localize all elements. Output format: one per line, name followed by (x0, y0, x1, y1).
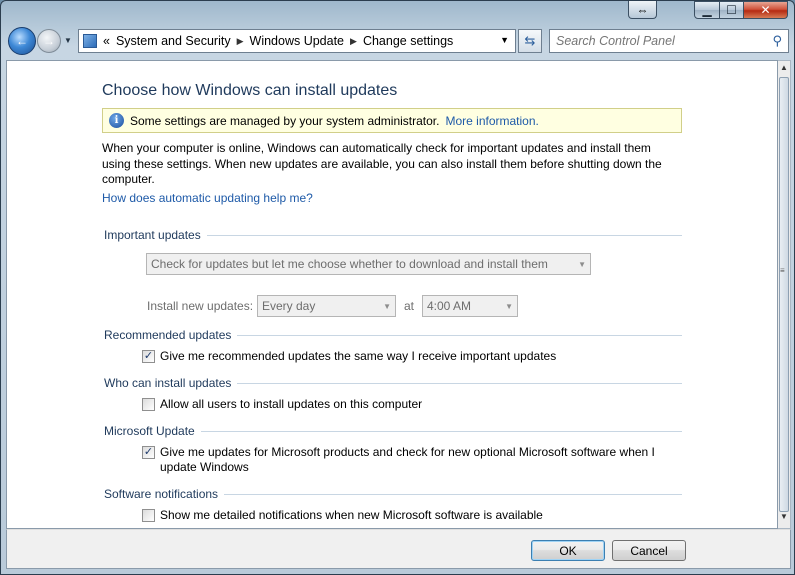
more-information-link[interactable]: More information. (445, 114, 538, 128)
maximize-icon: ☐ (726, 3, 737, 17)
chevron-right-icon[interactable]: ▶ (350, 36, 357, 47)
divider (206, 234, 682, 236)
recommended-updates-checkbox[interactable]: ✓ (142, 350, 155, 363)
info-text: Some settings are managed by your system… (130, 113, 440, 128)
breadcrumb-change-settings[interactable]: Change settings (363, 34, 453, 48)
section-who-can-install: Who can install updates (104, 376, 682, 390)
allow-all-users-label[interactable]: Allow all users to install updates on th… (160, 397, 680, 412)
grip-icon: ≡ (780, 266, 785, 275)
scroll-up-icon[interactable]: ▲ (778, 63, 790, 77)
section-title: Software notifications (104, 487, 219, 501)
recommended-updates-option[interactable]: ✓ Give me recommended updates the same w… (142, 349, 680, 364)
detailed-notifications-label[interactable]: Show me detailed notifications when new … (160, 508, 680, 523)
section-title: Microsoft Update (104, 424, 195, 438)
breadcrumb-overflow[interactable]: « (103, 34, 110, 48)
chevron-down-icon: ▼ (578, 260, 586, 269)
section-title: Recommended updates (104, 328, 232, 342)
at-label: at (404, 299, 415, 313)
recent-pages-dropdown[interactable]: ▼ (64, 36, 72, 45)
microsoft-update-option[interactable]: ✓ Give me updates for Microsoft products… (142, 445, 670, 475)
chevron-right-icon[interactable]: ▶ (237, 36, 244, 47)
chevron-down-icon: ▼ (505, 302, 513, 311)
update-day-select[interactable]: Every day ▼ (257, 295, 396, 317)
arrow-right-icon: → (43, 34, 55, 48)
main-content: Choose how Windows can install updates i… (6, 60, 778, 529)
minimize-button[interactable]: ▁ (694, 1, 720, 19)
address-bar[interactable]: « System and Security ▶ Windows Update ▶… (78, 29, 516, 53)
minimize-icon: ▁ (702, 3, 712, 17)
close-icon: ✕ (760, 3, 771, 17)
scrollbar-thumb[interactable] (779, 77, 789, 512)
search-icon[interactable]: ⚲ (772, 33, 782, 49)
section-important-updates: Important updates (104, 228, 682, 242)
control-panel-icon (83, 34, 97, 48)
control-panel-window: ⇔ ▁ ☐ ✕ ← → ▼ « System and Security ▶ Wi… (0, 0, 795, 575)
breadcrumb-system-security[interactable]: System and Security (116, 34, 231, 48)
section-title: Important updates (104, 228, 201, 242)
chevron-down-icon: ▼ (383, 302, 391, 311)
back-button[interactable]: ← (8, 27, 36, 55)
divider (224, 493, 682, 495)
info-bar: i Some settings are managed by your syst… (102, 108, 682, 133)
vertical-scrollbar[interactable]: ▲ ≡ ▼ (778, 60, 791, 529)
update-time-select[interactable]: 4:00 AM ▼ (422, 295, 518, 317)
microsoft-update-label[interactable]: Give me updates for Microsoft products a… (160, 445, 670, 475)
update-mode-value: Check for updates but let me choose whet… (151, 257, 548, 271)
search-box[interactable]: ⚲ (549, 29, 789, 53)
install-new-updates-label: Install new updates: (147, 299, 254, 313)
arrow-left-icon: ← (16, 34, 28, 48)
update-time-value: 4:00 AM (427, 299, 472, 313)
recommended-updates-label[interactable]: Give me recommended updates the same way… (160, 349, 680, 364)
section-software-notifications: Software notifications (104, 487, 682, 501)
scroll-down-icon[interactable]: ▼ (778, 512, 790, 526)
section-microsoft-update: Microsoft Update (104, 424, 682, 438)
refresh-icon: ⇆ (524, 33, 536, 48)
ok-button[interactable]: OK (531, 540, 605, 561)
caption-buttons: ▁ ☐ ✕ (694, 1, 788, 19)
allow-all-users-checkbox[interactable] (142, 398, 155, 411)
chevron-down-icon[interactable]: ▼ (500, 35, 509, 45)
cancel-button[interactable]: Cancel (612, 540, 686, 561)
dialog-footer: OK Cancel (6, 529, 791, 569)
maximize-button[interactable]: ☐ (720, 1, 744, 19)
divider (237, 334, 682, 336)
allow-all-users-option[interactable]: Allow all users to install updates on th… (142, 397, 680, 412)
update-mode-select[interactable]: Check for updates but let me choose whet… (146, 253, 591, 275)
detailed-notifications-checkbox[interactable] (142, 509, 155, 522)
detailed-notifications-option[interactable]: Show me detailed notifications when new … (142, 508, 680, 523)
search-input[interactable] (556, 34, 756, 48)
divider (200, 430, 682, 432)
section-title: Who can install updates (104, 376, 232, 390)
info-icon: i (109, 113, 124, 128)
update-day-value: Every day (262, 299, 316, 313)
forward-button[interactable]: → (37, 29, 61, 53)
page-title: Choose how Windows can install updates (102, 82, 398, 99)
resize-arrows-icon[interactable]: ⇔ (628, 1, 657, 19)
microsoft-update-checkbox[interactable]: ✓ (142, 446, 155, 459)
close-button[interactable]: ✕ (744, 1, 788, 19)
section-recommended-updates: Recommended updates (104, 328, 682, 342)
help-link[interactable]: How does automatic updating help me? (102, 191, 313, 205)
divider (237, 382, 682, 384)
breadcrumb-windows-update[interactable]: Windows Update (250, 34, 345, 48)
description-text: When your computer is online, Windows ca… (102, 141, 662, 186)
refresh-button[interactable]: ⇆ (518, 29, 542, 53)
